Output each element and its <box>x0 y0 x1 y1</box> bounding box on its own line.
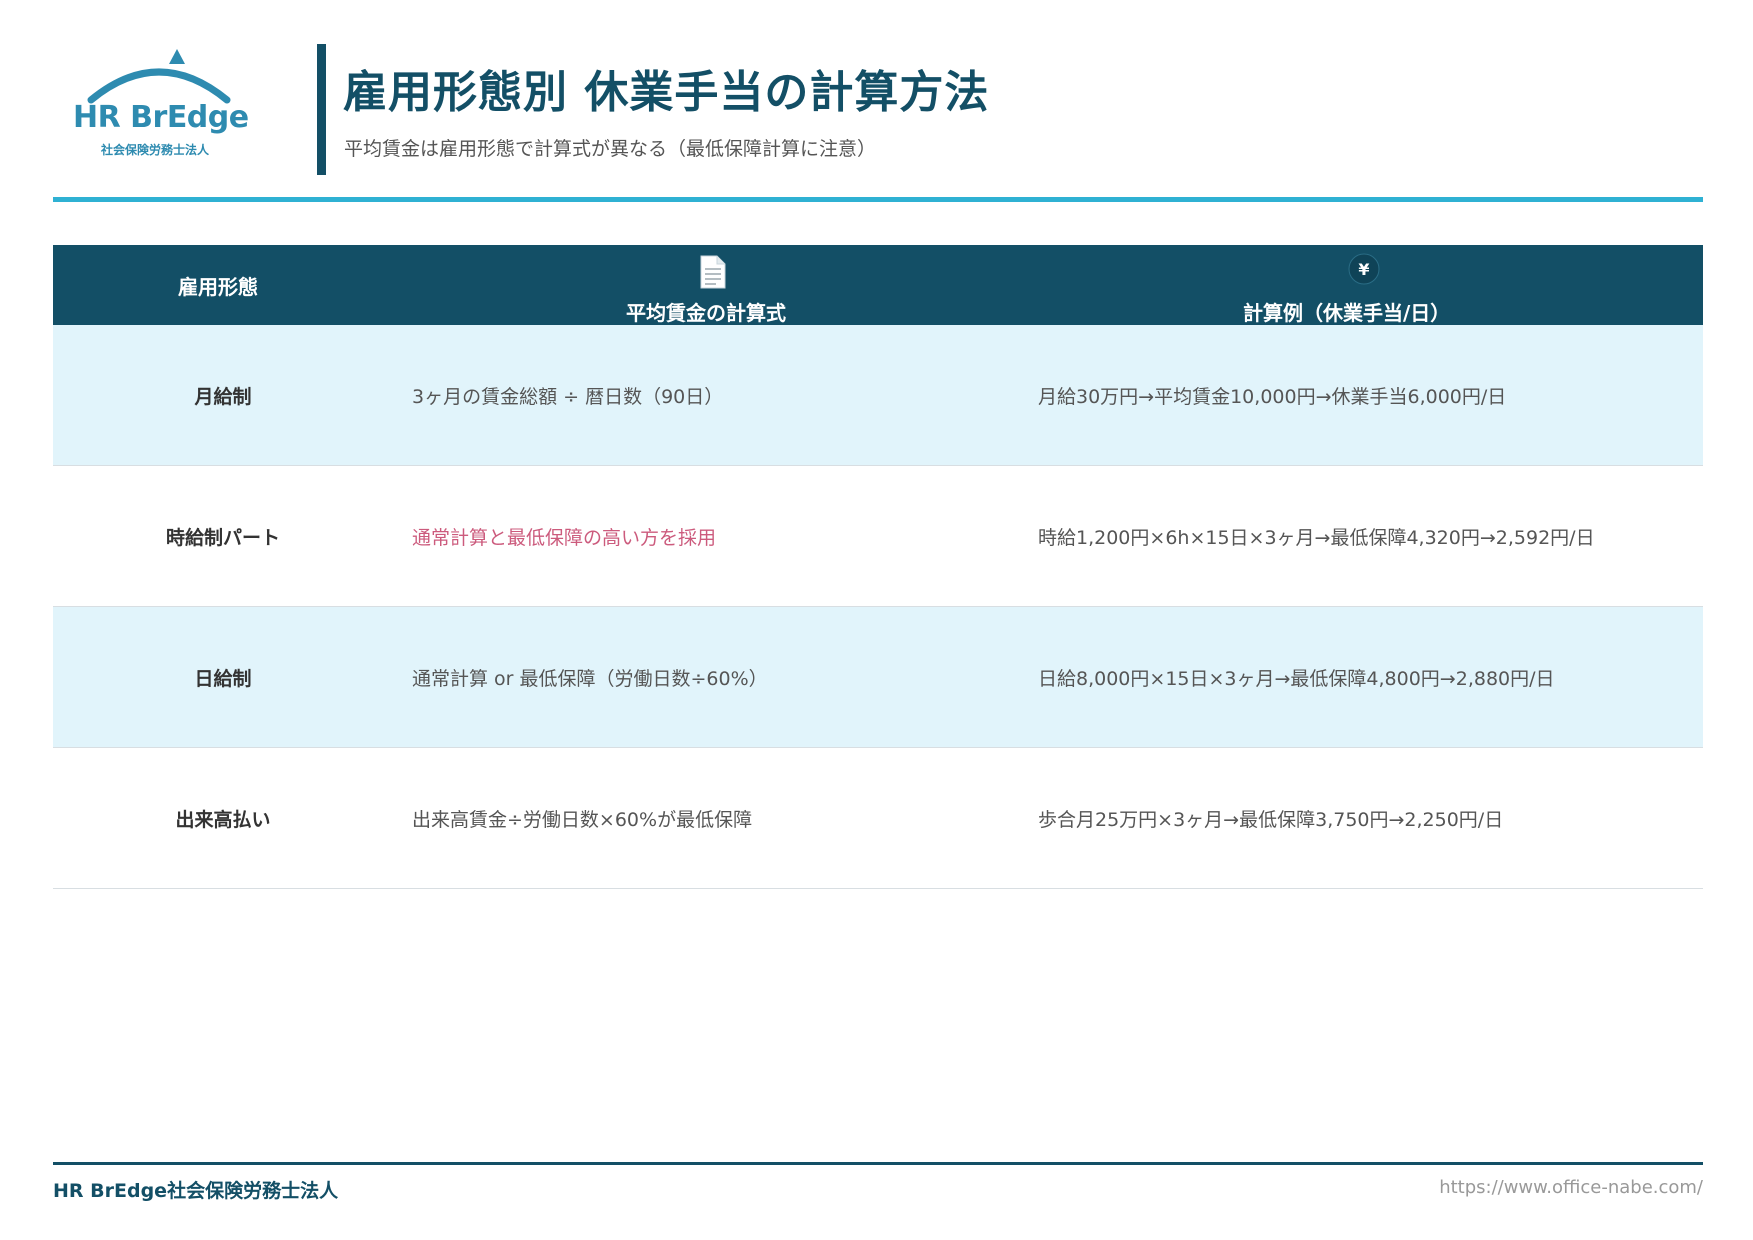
document-icon <box>700 255 726 289</box>
calculation-table: 雇用形態 平均賃金の計算式 ¥ 計算例（休業手当/日） 月給制 3ヶ月の賃金総額… <box>53 245 1703 889</box>
row-type: 日給制 <box>194 667 252 690</box>
logo-subtitle: 社会保険労務士法人 <box>101 143 210 157</box>
table-header: 雇用形態 平均賃金の計算式 ¥ 計算例（休業手当/日） <box>53 245 1703 325</box>
page-subtitle: 平均賃金は雇用形態で計算式が異なる（最低保障計算に注意） <box>344 138 877 160</box>
footer-company: HR BrEdge社会保険労務士法人 <box>53 1180 339 1202</box>
footer-divider <box>53 1162 1703 1165</box>
header-employment-type: 雇用形態 <box>178 275 258 299</box>
row-type: 時給制パート <box>165 526 280 549</box>
page-title: 雇用形態別 休業手当の計算方法 <box>343 67 990 118</box>
row-type: 月給制 <box>194 385 252 408</box>
row-example: 時給1,200円×6h×15日×3ヶ月→最低保障4,320円→2,592円/日 <box>1038 526 1595 549</box>
row-formula: 通常計算 or 最低保障（労働日数÷60%） <box>412 667 768 690</box>
row-formula: 出来高賃金÷労働日数×60%が最低保障 <box>412 808 753 831</box>
row-formula-highlight: 通常計算と最低保障の高い方を採用 <box>412 526 717 549</box>
header-example: 計算例（休業手当/日） <box>1243 301 1451 325</box>
svg-text:¥: ¥ <box>1358 260 1369 279</box>
row-formula: 3ヶ月の賃金総額 ÷ 暦日数（90日） <box>412 385 724 408</box>
footer-url[interactable]: https://www.office-nabe.com/ <box>1439 1177 1703 1198</box>
header-formula: 平均賃金の計算式 <box>626 301 786 325</box>
logo-name: HR BrEdge <box>73 100 249 135</box>
row-example: 月給30万円→平均賃金10,000円→休業手当6,000円/日 <box>1038 385 1507 408</box>
table-row: 月給制 3ヶ月の賃金総額 ÷ 暦日数（90日） 月給30万円→平均賃金10,00… <box>53 325 1703 466</box>
table-row: 日給制 通常計算 or 最低保障（労働日数÷60%） 日給8,000円×15日×… <box>53 607 1703 748</box>
yen-icon: ¥ <box>1348 253 1380 285</box>
header-divider <box>53 197 1703 202</box>
row-type: 出来高払い <box>175 808 271 831</box>
table-row: 出来高払い 出来高賃金÷労働日数×60%が最低保障 歩合月25万円×3ヶ月→最低… <box>53 748 1703 889</box>
page-header: HR BrEdge 社会保険労務士法人 雇用形態別 休業手当の計算方法 平均賃金… <box>53 40 1703 200</box>
row-example: 日給8,000円×15日×3ヶ月→最低保障4,800円→2,880円/日 <box>1038 667 1555 690</box>
table-row: 時給制パート 通常計算と最低保障の高い方を採用 時給1,200円×6h×15日×… <box>53 466 1703 607</box>
company-logo: HR BrEdge 社会保険労務士法人 <box>71 48 249 158</box>
title-accent-bar <box>317 44 326 175</box>
bridge-arch-logo-icon <box>87 49 231 104</box>
row-example: 歩合月25万円×3ヶ月→最低保障3,750円→2,250円/日 <box>1038 808 1504 831</box>
